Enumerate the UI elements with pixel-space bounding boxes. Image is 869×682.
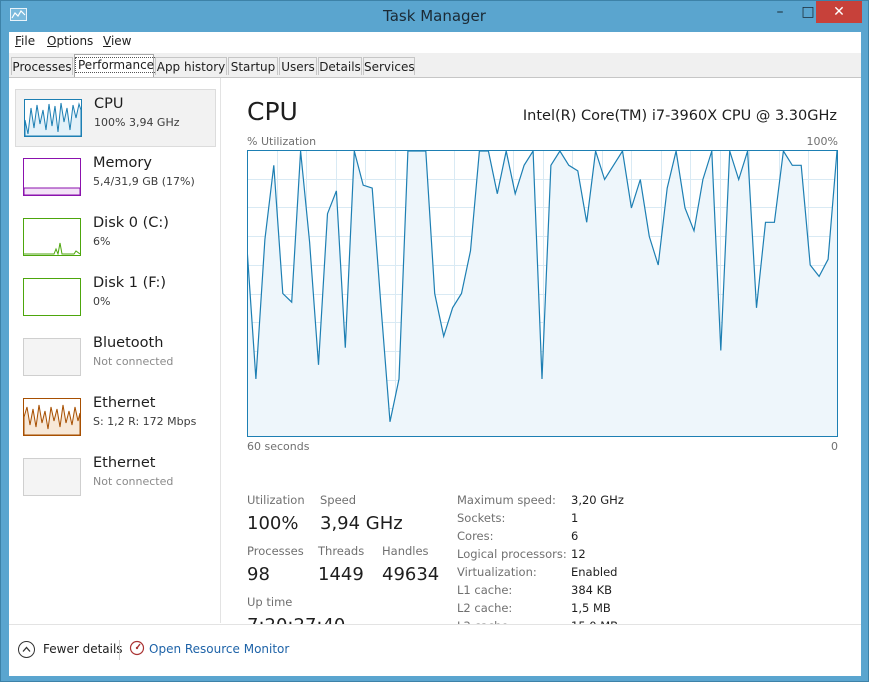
l1-cache-label: L1 cache: bbox=[457, 583, 513, 597]
l1-cache-value: 384 KB bbox=[571, 583, 613, 597]
menu-view[interactable]: View bbox=[103, 34, 131, 48]
time-axis-left-label: 60 seconds bbox=[247, 440, 310, 453]
tab-performance[interactable]: Performance bbox=[74, 54, 158, 77]
sidebar-ethernet-1-sub: S: 1,2 R: 172 Mbps bbox=[93, 415, 197, 428]
max-speed-value: 3,20 GHz bbox=[571, 493, 624, 507]
processes-value: 98 bbox=[247, 564, 270, 585]
sidebar-disk1-name: Disk 1 (F:) bbox=[93, 275, 167, 291]
menu-options[interactable]: Options bbox=[47, 34, 93, 48]
time-axis-right-label: 0 bbox=[831, 440, 838, 453]
window-title: Task Manager bbox=[383, 7, 486, 25]
chevron-up-icon[interactable] bbox=[18, 641, 35, 658]
footer-bar: Fewer details Open Resource Monitor bbox=[9, 624, 861, 676]
tab-services[interactable]: Services bbox=[363, 57, 415, 75]
l2-cache-value: 1,5 MB bbox=[571, 601, 611, 615]
sidebar-ethernet-2-sub: Not connected bbox=[93, 475, 174, 488]
virtualization-value: Enabled bbox=[571, 565, 618, 579]
cpu-thumbnail-graph bbox=[24, 99, 82, 137]
close-button[interactable]: ✕ bbox=[816, 1, 862, 23]
disk0-thumbnail-graph bbox=[23, 218, 81, 256]
sidebar-cpu-sub: 100% 3,94 GHz bbox=[94, 116, 180, 129]
tab-app-history[interactable]: App history bbox=[155, 57, 227, 75]
resource-sidebar: CPU 100% 3,94 GHz Memory 5,4/31,9 GB (17… bbox=[9, 78, 221, 623]
sidebar-bluetooth-sub: Not connected bbox=[93, 355, 174, 368]
ethernet-thumbnail-graph bbox=[23, 398, 81, 436]
resource-monitor-icon[interactable] bbox=[129, 640, 145, 656]
cpu-utilization-graph bbox=[247, 150, 838, 437]
tab-details[interactable]: Details bbox=[318, 57, 362, 75]
tab-processes[interactable]: Processes bbox=[11, 57, 73, 75]
handles-value: 49634 bbox=[382, 564, 440, 585]
tab-startup[interactable]: Startup bbox=[228, 57, 278, 75]
tab-users[interactable]: Users bbox=[279, 57, 317, 75]
max-speed-label: Maximum speed: bbox=[457, 493, 556, 507]
bluetooth-thumbnail-graph bbox=[23, 338, 81, 376]
sidebar-memory-name: Memory bbox=[93, 155, 152, 171]
menu-file[interactable]: File bbox=[15, 34, 35, 48]
tab-bar: Processes Performance App history Startu… bbox=[9, 53, 861, 78]
l2-cache-label: L2 cache: bbox=[457, 601, 513, 615]
sidebar-bluetooth-name: Bluetooth bbox=[93, 335, 164, 351]
memory-thumbnail-graph bbox=[23, 158, 81, 196]
disk1-thumbnail-graph bbox=[23, 278, 81, 316]
menu-bar: File Options View bbox=[9, 32, 861, 52]
handles-label: Handles bbox=[382, 544, 429, 558]
utilization-axis-label: % Utilization bbox=[247, 135, 317, 148]
speed-label: Speed bbox=[320, 493, 357, 507]
minimize-button[interactable]: – bbox=[766, 1, 794, 23]
uptime-label: Up time bbox=[247, 595, 293, 609]
threads-value: 1449 bbox=[318, 564, 364, 585]
sidebar-item-memory[interactable]: Memory 5,4/31,9 GB (17%) bbox=[15, 149, 216, 207]
sidebar-item-ethernet-1[interactable]: Ethernet S: 1,2 R: 172 Mbps bbox=[15, 389, 216, 447]
cores-value: 6 bbox=[571, 529, 579, 543]
cores-label: Cores: bbox=[457, 529, 494, 543]
logical-processors-label: Logical processors: bbox=[457, 547, 567, 561]
threads-label: Threads bbox=[318, 544, 365, 558]
sidebar-item-disk1[interactable]: Disk 1 (F:) 0% bbox=[15, 269, 216, 327]
sidebar-item-ethernet-2[interactable]: Ethernet Not connected bbox=[15, 449, 216, 507]
utilization-label: Utilization bbox=[247, 493, 305, 507]
title-bar[interactable]: Task Manager – □ ✕ bbox=[1, 1, 868, 31]
speed-value: 3,94 GHz bbox=[320, 513, 403, 534]
utilization-value: 100% bbox=[247, 513, 299, 534]
sidebar-item-bluetooth[interactable]: Bluetooth Not connected bbox=[15, 329, 216, 387]
sidebar-item-disk0[interactable]: Disk 0 (C:) 6% bbox=[15, 209, 216, 267]
sidebar-cpu-name: CPU bbox=[94, 96, 124, 112]
cpu-details-panel: CPU Intel(R) Core(TM) i7-3960X CPU @ 3.3… bbox=[247, 92, 847, 636]
sidebar-memory-sub: 5,4/31,9 GB (17%) bbox=[93, 175, 195, 188]
sidebar-ethernet-2-name: Ethernet bbox=[93, 455, 156, 471]
page-title: CPU bbox=[247, 97, 298, 126]
ethernet-2-thumbnail-graph bbox=[23, 458, 81, 496]
tab-performance-label: Performance bbox=[75, 57, 158, 73]
task-manager-window: Task Manager – □ ✕ File Options View Pro… bbox=[0, 0, 869, 682]
footer-divider bbox=[119, 640, 120, 660]
sockets-value: 1 bbox=[571, 511, 579, 525]
sidebar-item-cpu[interactable]: CPU 100% 3,94 GHz bbox=[15, 89, 216, 147]
client-area: File Options View Processes Performance … bbox=[9, 32, 861, 676]
cpu-model: Intel(R) Core(TM) i7-3960X CPU @ 3.30GHz bbox=[522, 108, 837, 124]
open-resource-monitor-link[interactable]: Open Resource Monitor bbox=[149, 642, 289, 656]
fewer-details-button[interactable]: Fewer details bbox=[43, 642, 123, 656]
logical-processors-value: 12 bbox=[571, 547, 586, 561]
sockets-label: Sockets: bbox=[457, 511, 506, 525]
sidebar-ethernet-1-name: Ethernet bbox=[93, 395, 156, 411]
virtualization-label: Virtualization: bbox=[457, 565, 537, 579]
processes-label: Processes bbox=[247, 544, 304, 558]
sidebar-disk1-sub: 0% bbox=[93, 295, 111, 308]
utilization-max-label: 100% bbox=[806, 135, 838, 148]
sidebar-disk0-name: Disk 0 (C:) bbox=[93, 215, 169, 231]
sidebar-disk0-sub: 6% bbox=[93, 235, 111, 248]
